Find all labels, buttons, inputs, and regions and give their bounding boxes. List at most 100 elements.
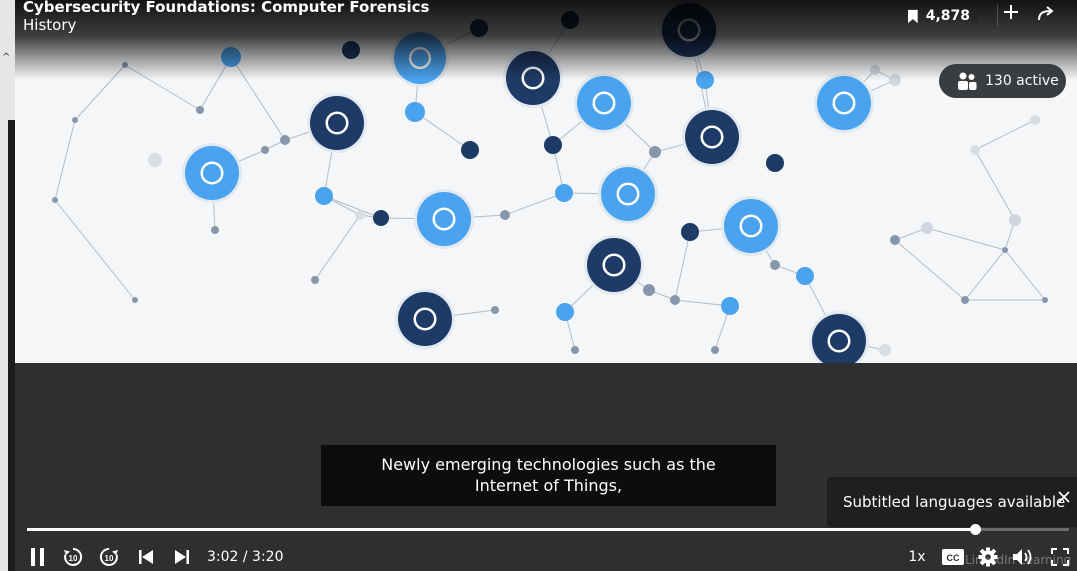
share-button[interactable] [1037,5,1059,27]
pause-button[interactable] [27,545,49,569]
network-dot [890,235,900,245]
video-player[interactable]: Cybersecurity Foundations: Computer Fore… [15,0,1077,571]
subtitles-toast: Subtitled languages available [827,477,1077,527]
network-dot [681,223,699,241]
forward-10-button[interactable]: 10 [97,545,121,569]
previous-video-button[interactable] [135,545,157,569]
network-dot [315,187,333,205]
window-edge-strip [8,120,15,571]
subtitle-caption: Newly emerging technologies such as the … [321,445,776,506]
recycle-icon [721,196,781,256]
network-dot [649,146,661,158]
network-link [314,214,361,281]
network-dot [711,346,719,354]
dollar-icon [307,93,367,153]
network-dot [721,297,739,315]
network-dot [461,141,479,159]
network-dot [1042,297,1048,303]
network-dot [355,210,365,220]
network-dot [766,154,784,172]
save-count: 4,878 [925,8,970,24]
network-dot [405,102,425,122]
chat-icon [598,164,658,224]
bar-chart-icon [809,311,869,363]
network-dot [555,184,573,202]
share-arrow-icon [1038,6,1054,21]
network-dot [556,303,574,321]
subtitle-line-1: Newly emerging technologies such as the [381,455,716,474]
subtitle-line-2: Internet of Things, [474,476,623,495]
rewind-10-button[interactable]: 10 [61,545,85,569]
rewind-10-label: 10 [69,554,78,563]
progress-bar[interactable] [27,524,1069,535]
closed-captions-button[interactable]: CC [941,545,965,569]
people-icon [958,72,977,90]
active-viewers-label: 130 active [985,73,1059,89]
save-button[interactable]: 4,878 [908,5,970,27]
network-link [504,192,565,216]
network-dot [670,295,680,305]
laptop-icon [584,235,644,295]
time-display: 3:02 / 3:20 [207,549,284,565]
network-link [323,195,382,219]
forward-10-icon: 10 [99,547,118,566]
network-link [964,249,1006,301]
progress-fill [27,528,976,531]
network-dot [311,276,319,284]
window-edge-mark: ^ [2,52,11,63]
watermark: LinkedIn Learning [965,553,1072,567]
network-dot [211,226,219,234]
pause-icon [31,548,44,566]
network-dot [770,260,780,270]
chapter-title: History [23,16,77,34]
network-dot [921,222,933,234]
network-link [414,111,471,151]
cc-label: CC [947,553,960,563]
network-dot [280,135,290,145]
network-dot [373,210,389,226]
network-dot [261,146,269,154]
rewind-10-icon: 10 [64,547,83,566]
network-dot [1009,214,1021,226]
skip-next-icon [175,550,189,564]
active-viewers-badge: 130 active [939,64,1066,98]
network-dot [571,346,579,354]
network-link [54,119,76,201]
network-link [54,199,136,301]
forward-10-label: 10 [105,554,114,563]
network-dot [500,210,510,220]
user-icon [395,289,455,349]
plus-icon [1003,5,1018,19]
network-link [1004,249,1046,301]
people-icon [574,73,634,133]
bookmark-icon [908,9,918,23]
close-icon [1058,491,1070,503]
network-dot [148,153,162,167]
network-dot [796,267,814,285]
add-button[interactable] [997,4,1019,26]
network-link [926,227,1006,251]
network-dot [961,296,969,304]
network-dot [72,117,78,123]
toast-close-button[interactable] [1055,489,1073,507]
network-dot [132,297,138,303]
network-link [974,149,1016,221]
network-dot [544,136,562,154]
subtitles-toast-text: Subtitled languages available [843,493,1066,511]
course-title: Cybersecurity Foundations: Computer Fore… [23,0,430,16]
network-link [674,231,691,301]
playback-speed-button[interactable]: 1x [905,545,929,569]
progress-scrubber[interactable] [970,524,982,535]
network-dot [52,197,58,203]
skip-previous-icon [139,550,153,564]
network-dot [491,306,499,314]
network-dot [1002,247,1008,253]
bitcoin-icon [814,73,874,133]
network-link [974,119,1036,151]
network-dot [643,284,655,296]
network-link [894,239,966,301]
network-dot [1030,115,1040,125]
next-video-button[interactable] [171,545,193,569]
percent-icon [182,143,242,203]
globe-icon [414,189,474,249]
